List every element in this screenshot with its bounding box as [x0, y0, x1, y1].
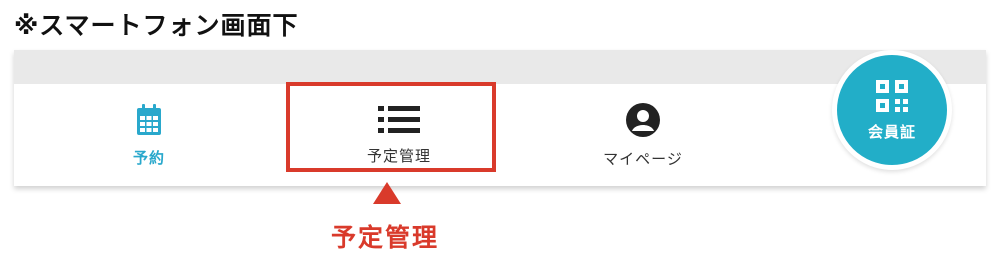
nav-label-mypage: マイページ [603, 149, 683, 168]
calendar-icon [137, 103, 161, 135]
callout-label: 予定管理 [331, 223, 440, 252]
nav-item-mypage[interactable]: マイページ [558, 84, 728, 186]
qr-code-icon [876, 79, 908, 112]
nav-item-reserve[interactable]: 予約 [94, 84, 204, 186]
page-caption: ※スマートフォン画面下 [14, 11, 299, 40]
member-card-label: 会員証 [867, 122, 916, 141]
nav-label-reserve: 予約 [132, 148, 165, 167]
phone-screen-bottom: 予約 予定管理 マイページ 会員証 [14, 50, 986, 186]
up-arrow-icon [373, 182, 401, 204]
user-icon [626, 102, 660, 137]
highlight-box [286, 82, 496, 172]
member-card-button[interactable]: 会員証 [832, 50, 952, 170]
